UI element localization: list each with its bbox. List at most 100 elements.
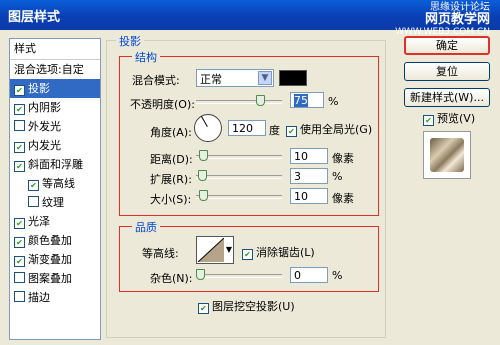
style-list-header: 样式 <box>10 39 100 60</box>
distance-unit: 像素 <box>332 152 354 165</box>
blend-mode-select[interactable]: 正常 ▼ <box>196 69 274 87</box>
checkbox-icon[interactable]: ✔ <box>14 85 25 96</box>
style-list-item[interactable]: 外发光 <box>10 117 100 136</box>
checkbox-icon[interactable]: ✔ <box>14 104 25 115</box>
contour-picker[interactable]: ▼ <box>196 236 234 264</box>
style-list-item-label: 光泽 <box>28 215 50 228</box>
layer-style-dialog: 图层样式 思缘设计论坛 网页教学网 WWW.WEB3.COM.CN 样式 混合选… <box>0 0 500 345</box>
global-light-check-icon: ✔ <box>286 126 297 137</box>
style-list-item-label: 颜色叠加 <box>28 234 72 247</box>
style-list-item[interactable]: ✔ 投影 <box>10 79 100 98</box>
watermark-site: 网页教学网 <box>424 12 490 27</box>
style-list-item[interactable]: ✔ 内阴影 <box>10 98 100 117</box>
style-list-item[interactable]: ✔ 颜色叠加 <box>10 231 100 250</box>
style-preview <box>423 131 471 179</box>
style-list-item-label: 混合选项:自定 <box>14 63 84 76</box>
style-list-item[interactable]: ✔ 等高线 <box>10 174 100 193</box>
checkbox-icon[interactable] <box>14 272 25 283</box>
window-title: 图层样式 <box>8 10 61 25</box>
contour-dropdown-icon[interactable]: ▼ <box>226 245 232 254</box>
quality-title: 品质 <box>132 219 160 235</box>
distance-label: 距离(D): <box>150 153 193 166</box>
style-list: 样式 混合选项:自定 ✔ 投影 ✔ 内阴影 外发光 ✔ 内发光 ✔ 斜面和浮雕 ✔ 等高线 纹理 ✔ 光泽 ✔… <box>9 38 101 340</box>
style-list-item-label: 内阴影 <box>28 101 61 114</box>
distance-slider-thumb[interactable] <box>199 150 208 161</box>
checkbox-icon[interactable]: ✔ <box>14 218 25 229</box>
style-list-item[interactable]: ✔ 光泽 <box>10 212 100 231</box>
style-list-item-label: 斜面和浮雕 <box>28 158 83 171</box>
checkbox-icon[interactable]: ✔ <box>14 237 25 248</box>
size-input[interactable]: 10 <box>290 188 328 204</box>
watermark: 思缘设计论坛 网页教学网 WWW.WEB3.COM.CN <box>395 2 490 38</box>
knockout-check-icon: ✔ <box>198 303 209 314</box>
angle-unit: 度 <box>269 124 280 137</box>
drop-shadow-panel: 投影 结构 混合模式: 正常 ▼ 不透明度(O): 75 % 角度(A): 12… <box>104 33 388 342</box>
title-bar: 图层样式 思缘设计论坛 网页教学网 WWW.WEB3.COM.CN <box>0 0 500 37</box>
noise-slider-thumb[interactable] <box>196 269 205 280</box>
opacity-slider-thumb[interactable] <box>256 95 265 106</box>
style-list-item-label: 内发光 <box>28 139 61 152</box>
contour-label: 等高线: <box>142 247 179 260</box>
checkbox-icon[interactable] <box>28 196 39 207</box>
spread-slider-track[interactable] <box>196 175 282 179</box>
angle-dial[interactable] <box>194 114 222 142</box>
drop-shadow-title: 投影 <box>116 33 144 49</box>
checkbox-icon[interactable] <box>14 120 25 131</box>
checkbox-icon[interactable]: ✔ <box>14 142 25 153</box>
style-list-item[interactable]: ✔ 斜面和浮雕 <box>10 155 100 174</box>
new-style-button[interactable]: 新建样式(W)... <box>404 88 490 107</box>
spread-slider-thumb[interactable] <box>198 170 207 181</box>
blend-mode-label: 混合模式: <box>132 74 180 87</box>
shadow-color-swatch[interactable] <box>279 70 307 86</box>
chevron-down-icon: ▼ <box>258 71 272 85</box>
style-list-item[interactable]: ✔ 内发光 <box>10 136 100 155</box>
style-list-item-label: 等高线 <box>42 177 75 190</box>
antialias-check-icon: ✔ <box>242 249 253 260</box>
noise-slider-track[interactable] <box>196 274 282 278</box>
global-light-checkbox[interactable]: ✔ 使用全局光(G) <box>286 121 372 137</box>
contour-curve-icon <box>198 238 224 262</box>
style-list-item-label: 外发光 <box>28 120 61 133</box>
preview-thumbnail <box>430 138 464 172</box>
checkbox-icon[interactable]: ✔ <box>28 180 39 191</box>
size-slider-thumb[interactable] <box>199 190 208 201</box>
noise-input[interactable]: 0 <box>290 267 328 283</box>
preview-checkbox[interactable]: ✔ 预览(V) <box>423 110 475 126</box>
checkbox-icon[interactable] <box>14 291 25 302</box>
spread-input[interactable]: 3 <box>290 168 328 184</box>
ok-button[interactable]: 确定 <box>404 36 490 55</box>
reset-button[interactable]: 复位 <box>404 62 490 81</box>
opacity-slider-track[interactable] <box>196 100 282 104</box>
style-list-item[interactable]: 图案叠加 <box>10 269 100 288</box>
structure-title: 结构 <box>132 49 160 65</box>
blend-mode-value: 正常 <box>200 73 222 86</box>
distance-slider-track[interactable] <box>196 155 282 159</box>
opacity-label: 不透明度(O): <box>130 98 195 111</box>
distance-input[interactable]: 10 <box>290 148 328 164</box>
angle-input[interactable]: 120 <box>228 120 266 136</box>
style-list-item-label: 纹理 <box>42 196 64 209</box>
style-list-item-label: 描边 <box>28 291 50 304</box>
opacity-unit: % <box>328 95 339 108</box>
style-list-item-label: 投影 <box>28 82 50 95</box>
knockout-checkbox[interactable]: ✔ 图层挖空投影(U) <box>198 298 295 314</box>
size-label: 大小(S): <box>150 193 192 206</box>
style-list-item[interactable]: 纹理 <box>10 193 100 212</box>
spread-unit: % <box>332 170 343 183</box>
noise-unit: % <box>332 269 343 282</box>
style-list-item-label: 图案叠加 <box>28 272 72 285</box>
style-list-item[interactable]: 描边 <box>10 288 100 307</box>
angle-label: 角度(A): <box>150 126 192 139</box>
opacity-input[interactable]: 75 <box>290 92 324 108</box>
antialias-checkbox[interactable]: ✔ 消除锯齿(L) <box>242 244 315 260</box>
style-list-item-label: 渐变叠加 <box>28 253 72 266</box>
checkbox-icon[interactable]: ✔ <box>14 256 25 267</box>
size-unit: 像素 <box>332 192 354 205</box>
checkbox-icon[interactable]: ✔ <box>14 161 25 172</box>
spread-label: 扩展(R): <box>150 173 192 186</box>
style-list-item[interactable]: 混合选项:自定 <box>10 60 100 79</box>
preview-check-icon: ✔ <box>423 115 434 126</box>
style-list-item[interactable]: ✔ 渐变叠加 <box>10 250 100 269</box>
size-slider-track[interactable] <box>196 195 282 199</box>
noise-label: 杂色(N): <box>150 272 193 285</box>
